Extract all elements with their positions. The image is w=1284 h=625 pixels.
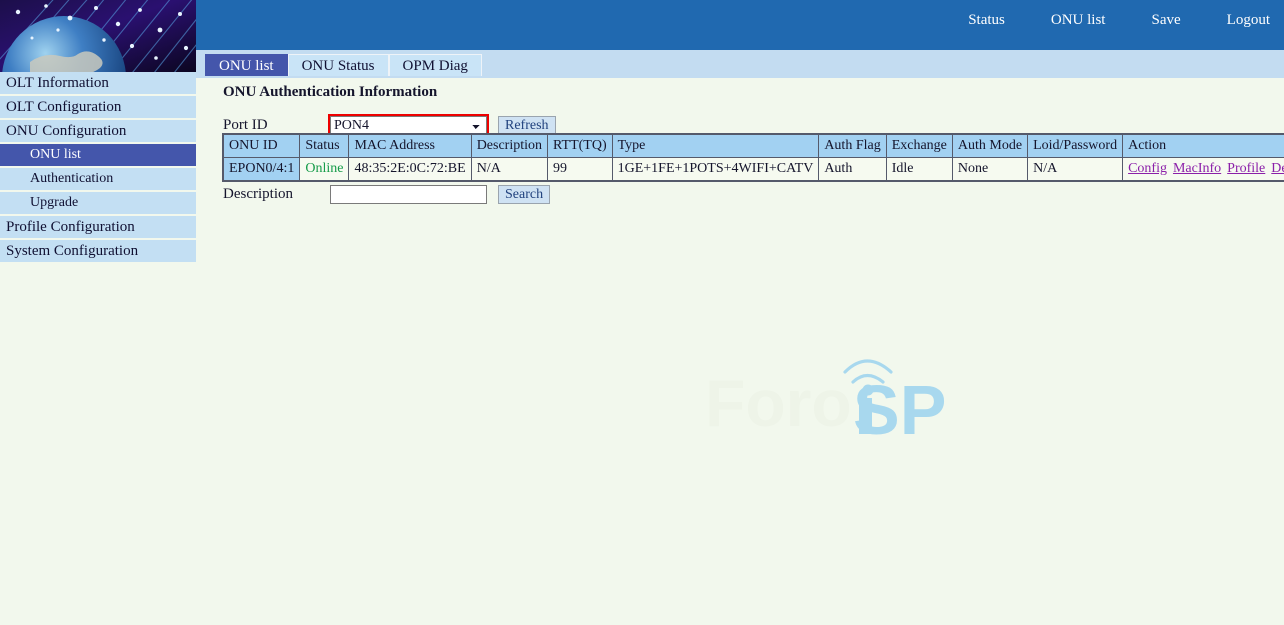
action-link-deregister[interactable]: Deregister: [1271, 161, 1284, 176]
sidebar-item-upgrade[interactable]: Upgrade: [0, 192, 196, 214]
table-header-row: ONU IDStatusMAC AddressDescriptionRTT(TQ…: [223, 134, 1284, 158]
col-description: Description: [471, 134, 547, 158]
sidebar-item-authentication[interactable]: Authentication: [0, 168, 196, 190]
top-header-bar: Status ONU list Save Logout: [196, 0, 1284, 50]
sidebar: OLT InformationOLT ConfigurationONU Conf…: [0, 72, 196, 264]
foroisp-watermark: Foro SP: [701, 346, 981, 446]
page-title: ONU Authentication Information: [223, 84, 437, 101]
sidebar-item-onu-configuration[interactable]: ONU Configuration: [0, 120, 196, 142]
cell-type: 1GE+1FE+1POTS+4WIFI+CATV: [612, 158, 819, 182]
action-link-config[interactable]: Config: [1128, 161, 1167, 176]
sidebar-item-olt-configuration[interactable]: OLT Configuration: [0, 96, 196, 118]
col-loid-password: Loid/Password: [1028, 134, 1123, 158]
description-search-button[interactable]: Search: [498, 185, 550, 204]
description-input[interactable]: [330, 185, 487, 204]
col-mac-address: MAC Address: [349, 134, 471, 158]
description-actions-cell: Search: [489, 183, 701, 206]
col-rtt-tq-: RTT(TQ): [548, 134, 613, 158]
table-body: EPON0/4:1Online48:35:2E:0C:72:BEN/A991GE…: [223, 158, 1284, 182]
table-row: EPON0/4:1Online48:35:2E:0C:72:BEN/A991GE…: [223, 158, 1284, 182]
col-exchange: Exchange: [886, 134, 952, 158]
sidebar-item-profile-configuration[interactable]: Profile Configuration: [0, 216, 196, 238]
cell-action: ConfigMacInfoProfileDeregisterResetUnaut…: [1123, 158, 1284, 182]
col-auth-flag: Auth Flag: [819, 134, 886, 158]
topnav-link-onu-list[interactable]: ONU list: [1051, 12, 1106, 28]
col-onu-id: ONU ID: [223, 134, 300, 158]
svg-text:Foro: Foro: [705, 366, 852, 440]
cell-auth-flag: Auth: [819, 158, 886, 182]
cell-description: N/A: [471, 158, 547, 182]
col-auth-mode: Auth Mode: [952, 134, 1027, 158]
cell-auth-mode: None: [952, 158, 1027, 182]
action-link-macinfo[interactable]: MacInfo: [1173, 161, 1221, 176]
col-action: Action: [1123, 134, 1284, 158]
topnav-link-logout[interactable]: Logout: [1227, 12, 1270, 28]
svg-text:SP: SP: [853, 371, 946, 446]
foroisp-logo-icon: Foro SP: [701, 346, 981, 446]
page-root: OLT InformationOLT ConfigurationONU Conf…: [0, 0, 1284, 625]
topnav-link-status[interactable]: Status: [968, 12, 1005, 28]
cell-mac-address: 48:35:2E:0C:72:BE: [349, 158, 471, 182]
topnav-link-save[interactable]: Save: [1151, 12, 1180, 28]
banner-logo: [0, 0, 196, 72]
cell-exchange: Idle: [886, 158, 952, 182]
top-navigation: Status ONU list Save Logout: [922, 12, 1270, 29]
sidebar-item-olt-information[interactable]: OLT Information: [0, 72, 196, 94]
cell-onu-id: EPON0/4:1: [223, 158, 300, 182]
action-link-profile[interactable]: Profile: [1227, 161, 1265, 176]
sidebar-item-system-configuration[interactable]: System Configuration: [0, 240, 196, 262]
tab-bar: ONU listONU StatusOPM Diag: [196, 50, 1284, 78]
table-head: ONU IDStatusMAC AddressDescriptionRTT(TQ…: [223, 134, 1284, 158]
cell-loid-password: N/A: [1028, 158, 1123, 182]
wifi-dot-icon: [863, 385, 874, 396]
sidebar-item-onu-list[interactable]: ONU list: [0, 144, 196, 166]
description-label: Description: [223, 183, 328, 206]
description-field-cell: [328, 183, 489, 206]
onu-list-table: ONU IDStatusMAC AddressDescriptionRTT(TQ…: [222, 133, 1284, 182]
col-type: Type: [612, 134, 819, 158]
cell-rtt: 99: [548, 158, 613, 182]
globe-fiber-icon: [0, 0, 196, 72]
form-row-description: Description Search: [223, 183, 701, 206]
tab-opm-diag[interactable]: OPM Diag: [389, 54, 482, 76]
tab-onu-status[interactable]: ONU Status: [288, 54, 389, 76]
tab-onu-list[interactable]: ONU list: [205, 54, 288, 76]
cell-status: Online: [300, 158, 349, 182]
description-field-wrap: [328, 183, 489, 206]
col-status: Status: [300, 134, 349, 158]
